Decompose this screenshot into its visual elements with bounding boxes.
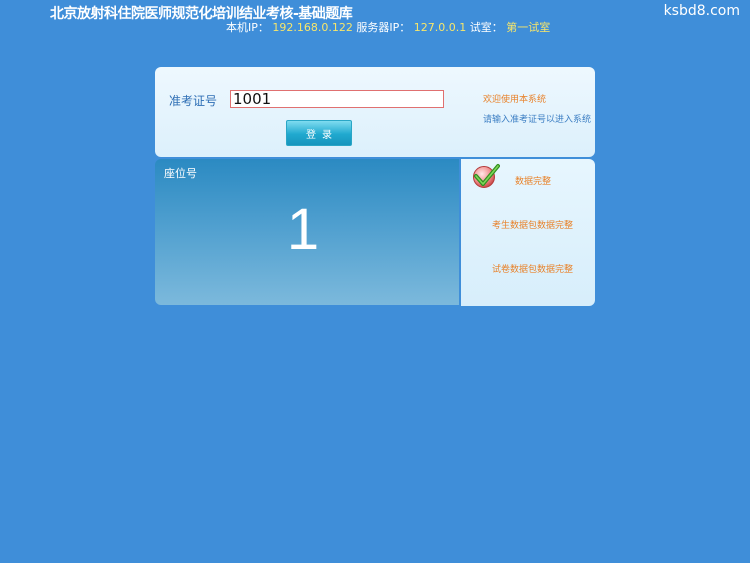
server-ip-label: 服务器IP： (356, 21, 411, 34)
check-icon (473, 164, 500, 188)
room-value: 第一试室 (506, 21, 551, 34)
seat-panel: 座位号 1 (155, 159, 459, 305)
admission-number-label: 准考证号 (169, 94, 218, 108)
data-complete-status: 数据完整 (515, 177, 552, 187)
local-ip-value: 192.168.0.122 (272, 21, 353, 34)
paper-package-status: 试卷数据包数据完整 (492, 265, 574, 275)
welcome-text: 欢迎使用本系统 (483, 95, 547, 105)
login-button[interactable]: 登录 (286, 120, 352, 146)
room-label: 试室： (469, 21, 503, 34)
server-ip-value: 127.0.0.1 (413, 21, 467, 34)
exam-login-screen: 北京放射科住院医师规范化培训结业考核-基础题库 ksbd8.com 本机IP： … (0, 0, 750, 563)
connection-info: 本机IP： 192.168.0.122 服务器IP： 127.0.0.1 试室：… (226, 19, 550, 35)
login-hint: 请输入准考证号以进入系统 (483, 115, 592, 125)
login-panel: 准考证号 登录 欢迎使用本系统 请输入准考证号以进入系统 (155, 67, 595, 157)
candidate-package-status: 考生数据包数据完整 (492, 221, 574, 231)
site-watermark: ksbd8.com (663, 3, 740, 19)
admission-number-input[interactable] (230, 90, 444, 108)
data-status-panel: 数据完整 考生数据包数据完整 试卷数据包数据完整 (461, 159, 595, 306)
seat-number: 1 (286, 197, 320, 262)
local-ip-label: 本机IP： (226, 21, 269, 34)
seat-number-label: 座位号 (164, 167, 197, 180)
